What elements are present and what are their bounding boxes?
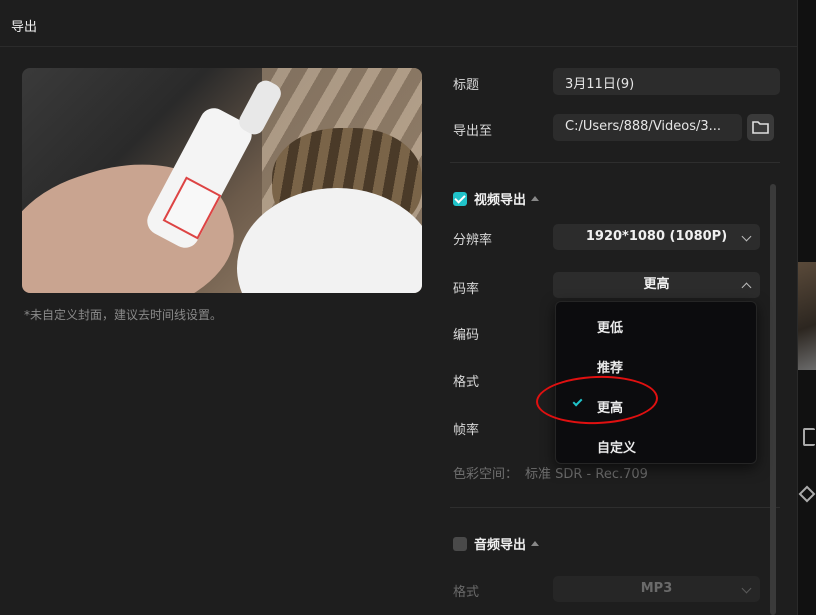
section-divider bbox=[450, 162, 780, 163]
resolution-value: 1920*1080 (1080P) bbox=[585, 229, 728, 244]
bitrate-option-recommended[interactable]: 推荐 bbox=[556, 346, 756, 382]
codec-label: 编码 bbox=[453, 328, 480, 343]
audio-export-checkbox[interactable] bbox=[453, 536, 467, 551]
audio-format-value: MP3 bbox=[640, 581, 673, 596]
resolution-select[interactable]: 1920*1080 (1080P) bbox=[553, 224, 760, 250]
colorspace-value: 标准 SDR - Rec.709 bbox=[525, 467, 648, 482]
export-dialog: 导出 *未自定义封面，建议去时间线设置。 标题 3月11日(9) 导出至 C:/… bbox=[0, 0, 798, 615]
bitrate-label: 码率 bbox=[453, 282, 480, 297]
bitrate-select[interactable]: 更高 bbox=[553, 272, 760, 298]
collapse-caret-icon[interactable] bbox=[531, 541, 540, 546]
chevron-down-icon bbox=[741, 231, 752, 242]
bitrate-value: 更高 bbox=[643, 277, 670, 292]
framerate-label: 帧率 bbox=[453, 423, 480, 438]
bitrate-option-higher[interactable]: 更高 bbox=[556, 386, 756, 422]
video-export-header[interactable]: 视频导出 bbox=[453, 189, 540, 208]
chevron-up-icon bbox=[741, 282, 752, 293]
bitrate-dropdown-menu: 更低 推荐 更高 自定义 bbox=[555, 301, 757, 464]
audio-format-label: 格式 bbox=[453, 585, 480, 600]
title-label: 标题 bbox=[453, 78, 480, 93]
bitrate-option-lower[interactable]: 更低 bbox=[556, 306, 756, 342]
dialog-titlebar: 导出 bbox=[0, 0, 798, 47]
option-label: 更高 bbox=[597, 401, 624, 416]
title-input[interactable]: 3月11日(9) bbox=[553, 68, 780, 95]
audio-export-header[interactable]: 音频导出 bbox=[453, 534, 540, 553]
browse-folder-button[interactable] bbox=[747, 114, 774, 141]
chevron-down-icon bbox=[741, 583, 752, 594]
format-label: 格式 bbox=[453, 375, 480, 390]
export-path-input[interactable]: C:/Users/888/Videos/3... bbox=[553, 114, 742, 141]
audio-export-label: 音频导出 bbox=[474, 538, 527, 553]
section-divider bbox=[450, 507, 780, 508]
dialog-title: 导出 bbox=[11, 20, 38, 35]
checkmark-icon bbox=[572, 396, 583, 407]
folder-icon bbox=[752, 121, 769, 134]
audio-format-select[interactable]: MP3 bbox=[553, 576, 760, 602]
crop-icon bbox=[803, 428, 815, 446]
option-label: 推荐 bbox=[597, 361, 624, 376]
cover-preview[interactable] bbox=[22, 68, 422, 293]
option-label: 自定义 bbox=[597, 441, 637, 456]
resolution-label: 分辨率 bbox=[453, 233, 493, 248]
collapse-caret-icon[interactable] bbox=[531, 196, 540, 201]
scrollbar[interactable] bbox=[770, 184, 776, 615]
option-label: 更低 bbox=[597, 321, 624, 336]
colorspace-label: 色彩空间： bbox=[453, 467, 519, 482]
background-thumbnail bbox=[798, 262, 816, 370]
video-export-checkbox[interactable] bbox=[453, 191, 467, 206]
bitrate-option-custom[interactable]: 自定义 bbox=[556, 426, 756, 462]
export-path-label: 导出至 bbox=[453, 124, 493, 139]
cover-note: *未自定义封面，建议去时间线设置。 bbox=[24, 308, 223, 322]
video-export-label: 视频导出 bbox=[474, 193, 527, 208]
